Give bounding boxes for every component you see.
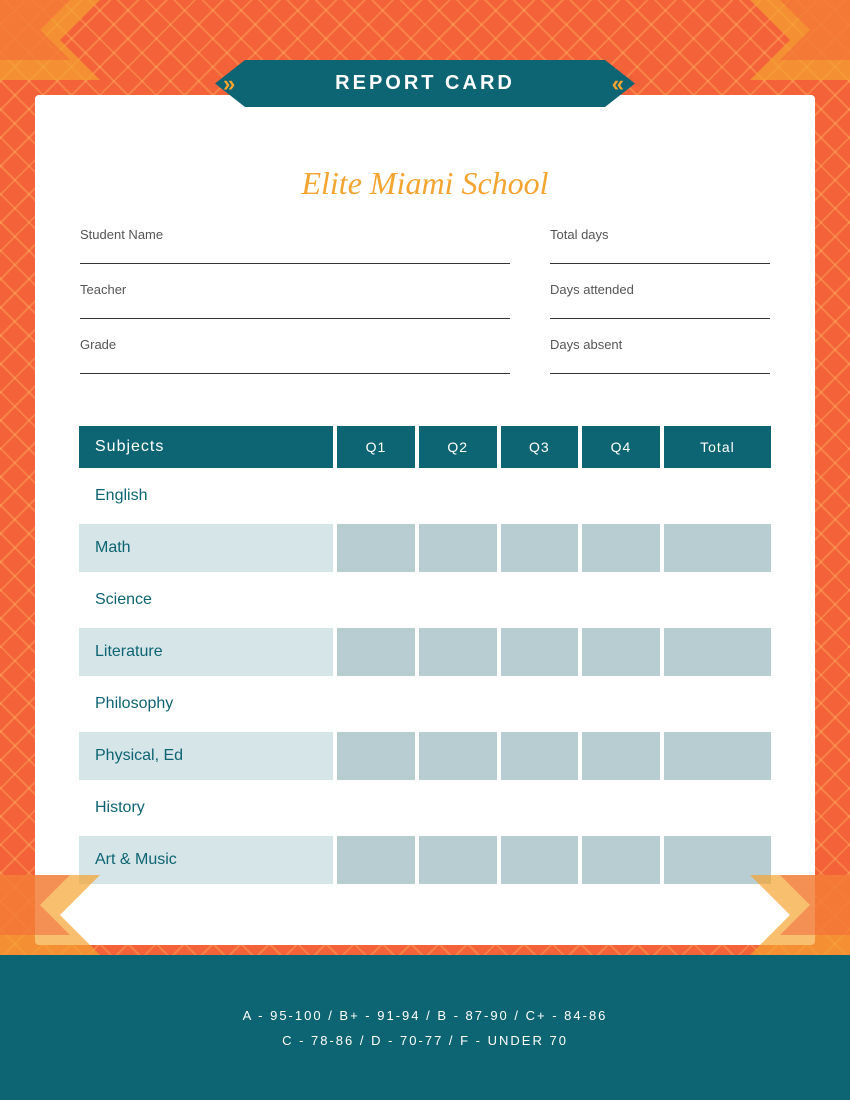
grade-cell[interactable] — [337, 732, 415, 780]
report-card-banner: REPORT CARD — [215, 60, 635, 107]
table-header-row: Subjects Q1 Q2 Q3 Q4 Total — [79, 426, 771, 468]
subject-cell: Math — [79, 524, 333, 572]
grade-cell[interactable] — [419, 836, 497, 884]
subject-cell: Physical, Ed — [79, 732, 333, 780]
student-name-line[interactable] — [80, 248, 510, 264]
grade-cell[interactable] — [582, 732, 660, 780]
grade-cell[interactable] — [501, 472, 579, 520]
table-row: Philosophy — [79, 680, 771, 728]
grade-cell[interactable] — [337, 628, 415, 676]
subject-cell: History — [79, 784, 333, 832]
grade-cell[interactable] — [664, 732, 771, 780]
grade-cell[interactable] — [582, 680, 660, 728]
footer-bar: A - 95-100 / B+ - 91-94 / B - 87-90 / C+… — [0, 955, 850, 1100]
grade-cell[interactable] — [419, 732, 497, 780]
subject-cell: Science — [79, 576, 333, 624]
days-absent-label: Days absent — [550, 337, 770, 352]
grade-cell[interactable] — [501, 680, 579, 728]
grade-cell[interactable] — [337, 524, 415, 572]
grade-cell[interactable] — [582, 472, 660, 520]
report-card-label: REPORT CARD — [335, 72, 515, 94]
table-row: History — [79, 784, 771, 832]
table-row: Literature — [79, 628, 771, 676]
subject-cell: Art & Music — [79, 836, 333, 884]
subject-cell: English — [79, 472, 333, 520]
info-section: Student Name Teacher Grade Total days Da… — [75, 227, 775, 392]
info-right: Total days Days attended Days absent — [550, 227, 770, 392]
grade-label: Grade — [80, 337, 510, 352]
grade-cell[interactable] — [419, 784, 497, 832]
student-name-label: Student Name — [80, 227, 510, 242]
banner-container: REPORT CARD — [215, 60, 635, 107]
table-row: Science — [79, 576, 771, 624]
grade-cell[interactable] — [501, 784, 579, 832]
table-row: English — [79, 472, 771, 520]
school-name: Elite Miami School — [75, 165, 775, 202]
subject-cell: Philosophy — [79, 680, 333, 728]
teacher-label: Teacher — [80, 282, 510, 297]
grade-cell[interactable] — [664, 784, 771, 832]
student-name-field: Student Name — [80, 227, 510, 264]
grade-cell[interactable] — [501, 524, 579, 572]
grades-table: Subjects Q1 Q2 Q3 Q4 Total EnglishMathSc… — [75, 422, 775, 888]
table-row: Physical, Ed — [79, 732, 771, 780]
grade-cell[interactable] — [419, 472, 497, 520]
days-attended-line[interactable] — [550, 303, 770, 319]
grade-cell[interactable] — [419, 576, 497, 624]
grading-scale-line2: C - 78-86 / D - 70-77 / F - UNDER 70 — [282, 1033, 568, 1048]
grade-cell[interactable] — [419, 680, 497, 728]
teacher-field: Teacher — [80, 282, 510, 319]
corner-decor-tl — [0, 0, 100, 80]
corner-decor-tr — [750, 0, 850, 80]
grade-cell[interactable] — [337, 680, 415, 728]
col-total: Total — [664, 426, 771, 468]
main-card: Elite Miami School Student Name Teacher … — [35, 95, 815, 945]
grade-cell[interactable] — [582, 784, 660, 832]
grade-cell[interactable] — [501, 576, 579, 624]
subject-cell: Literature — [79, 628, 333, 676]
days-attended-field: Days attended — [550, 282, 770, 319]
total-days-label: Total days — [550, 227, 770, 242]
grade-cell[interactable] — [337, 472, 415, 520]
grade-cell[interactable] — [664, 680, 771, 728]
grade-cell[interactable] — [582, 524, 660, 572]
grade-cell[interactable] — [337, 836, 415, 884]
col-subjects: Subjects — [79, 426, 333, 468]
days-attended-label: Days attended — [550, 282, 770, 297]
grade-cell[interactable] — [664, 524, 771, 572]
grade-cell[interactable] — [664, 576, 771, 624]
grading-scale-line1: A - 95-100 / B+ - 91-94 / B - 87-90 / C+… — [243, 1008, 608, 1023]
grade-cell[interactable] — [582, 576, 660, 624]
grade-cell[interactable] — [501, 732, 579, 780]
grade-cell[interactable] — [501, 628, 579, 676]
grade-cell[interactable] — [501, 836, 579, 884]
grade-cell[interactable] — [582, 836, 660, 884]
col-q2: Q2 — [419, 426, 497, 468]
col-q4: Q4 — [582, 426, 660, 468]
grade-cell[interactable] — [337, 784, 415, 832]
grade-cell[interactable] — [664, 628, 771, 676]
total-days-field: Total days — [550, 227, 770, 264]
info-left: Student Name Teacher Grade — [80, 227, 550, 392]
grade-field: Grade — [80, 337, 510, 374]
grade-line[interactable] — [80, 358, 510, 374]
teacher-line[interactable] — [80, 303, 510, 319]
grade-cell[interactable] — [664, 472, 771, 520]
grade-cell[interactable] — [582, 628, 660, 676]
total-days-line[interactable] — [550, 248, 770, 264]
days-absent-field: Days absent — [550, 337, 770, 374]
days-absent-line[interactable] — [550, 358, 770, 374]
grade-cell[interactable] — [664, 836, 771, 884]
table-row: Math — [79, 524, 771, 572]
grade-cell[interactable] — [419, 524, 497, 572]
col-q3: Q3 — [501, 426, 579, 468]
grade-cell[interactable] — [419, 628, 497, 676]
col-q1: Q1 — [337, 426, 415, 468]
table-row: Art & Music — [79, 836, 771, 884]
grade-cell[interactable] — [337, 576, 415, 624]
